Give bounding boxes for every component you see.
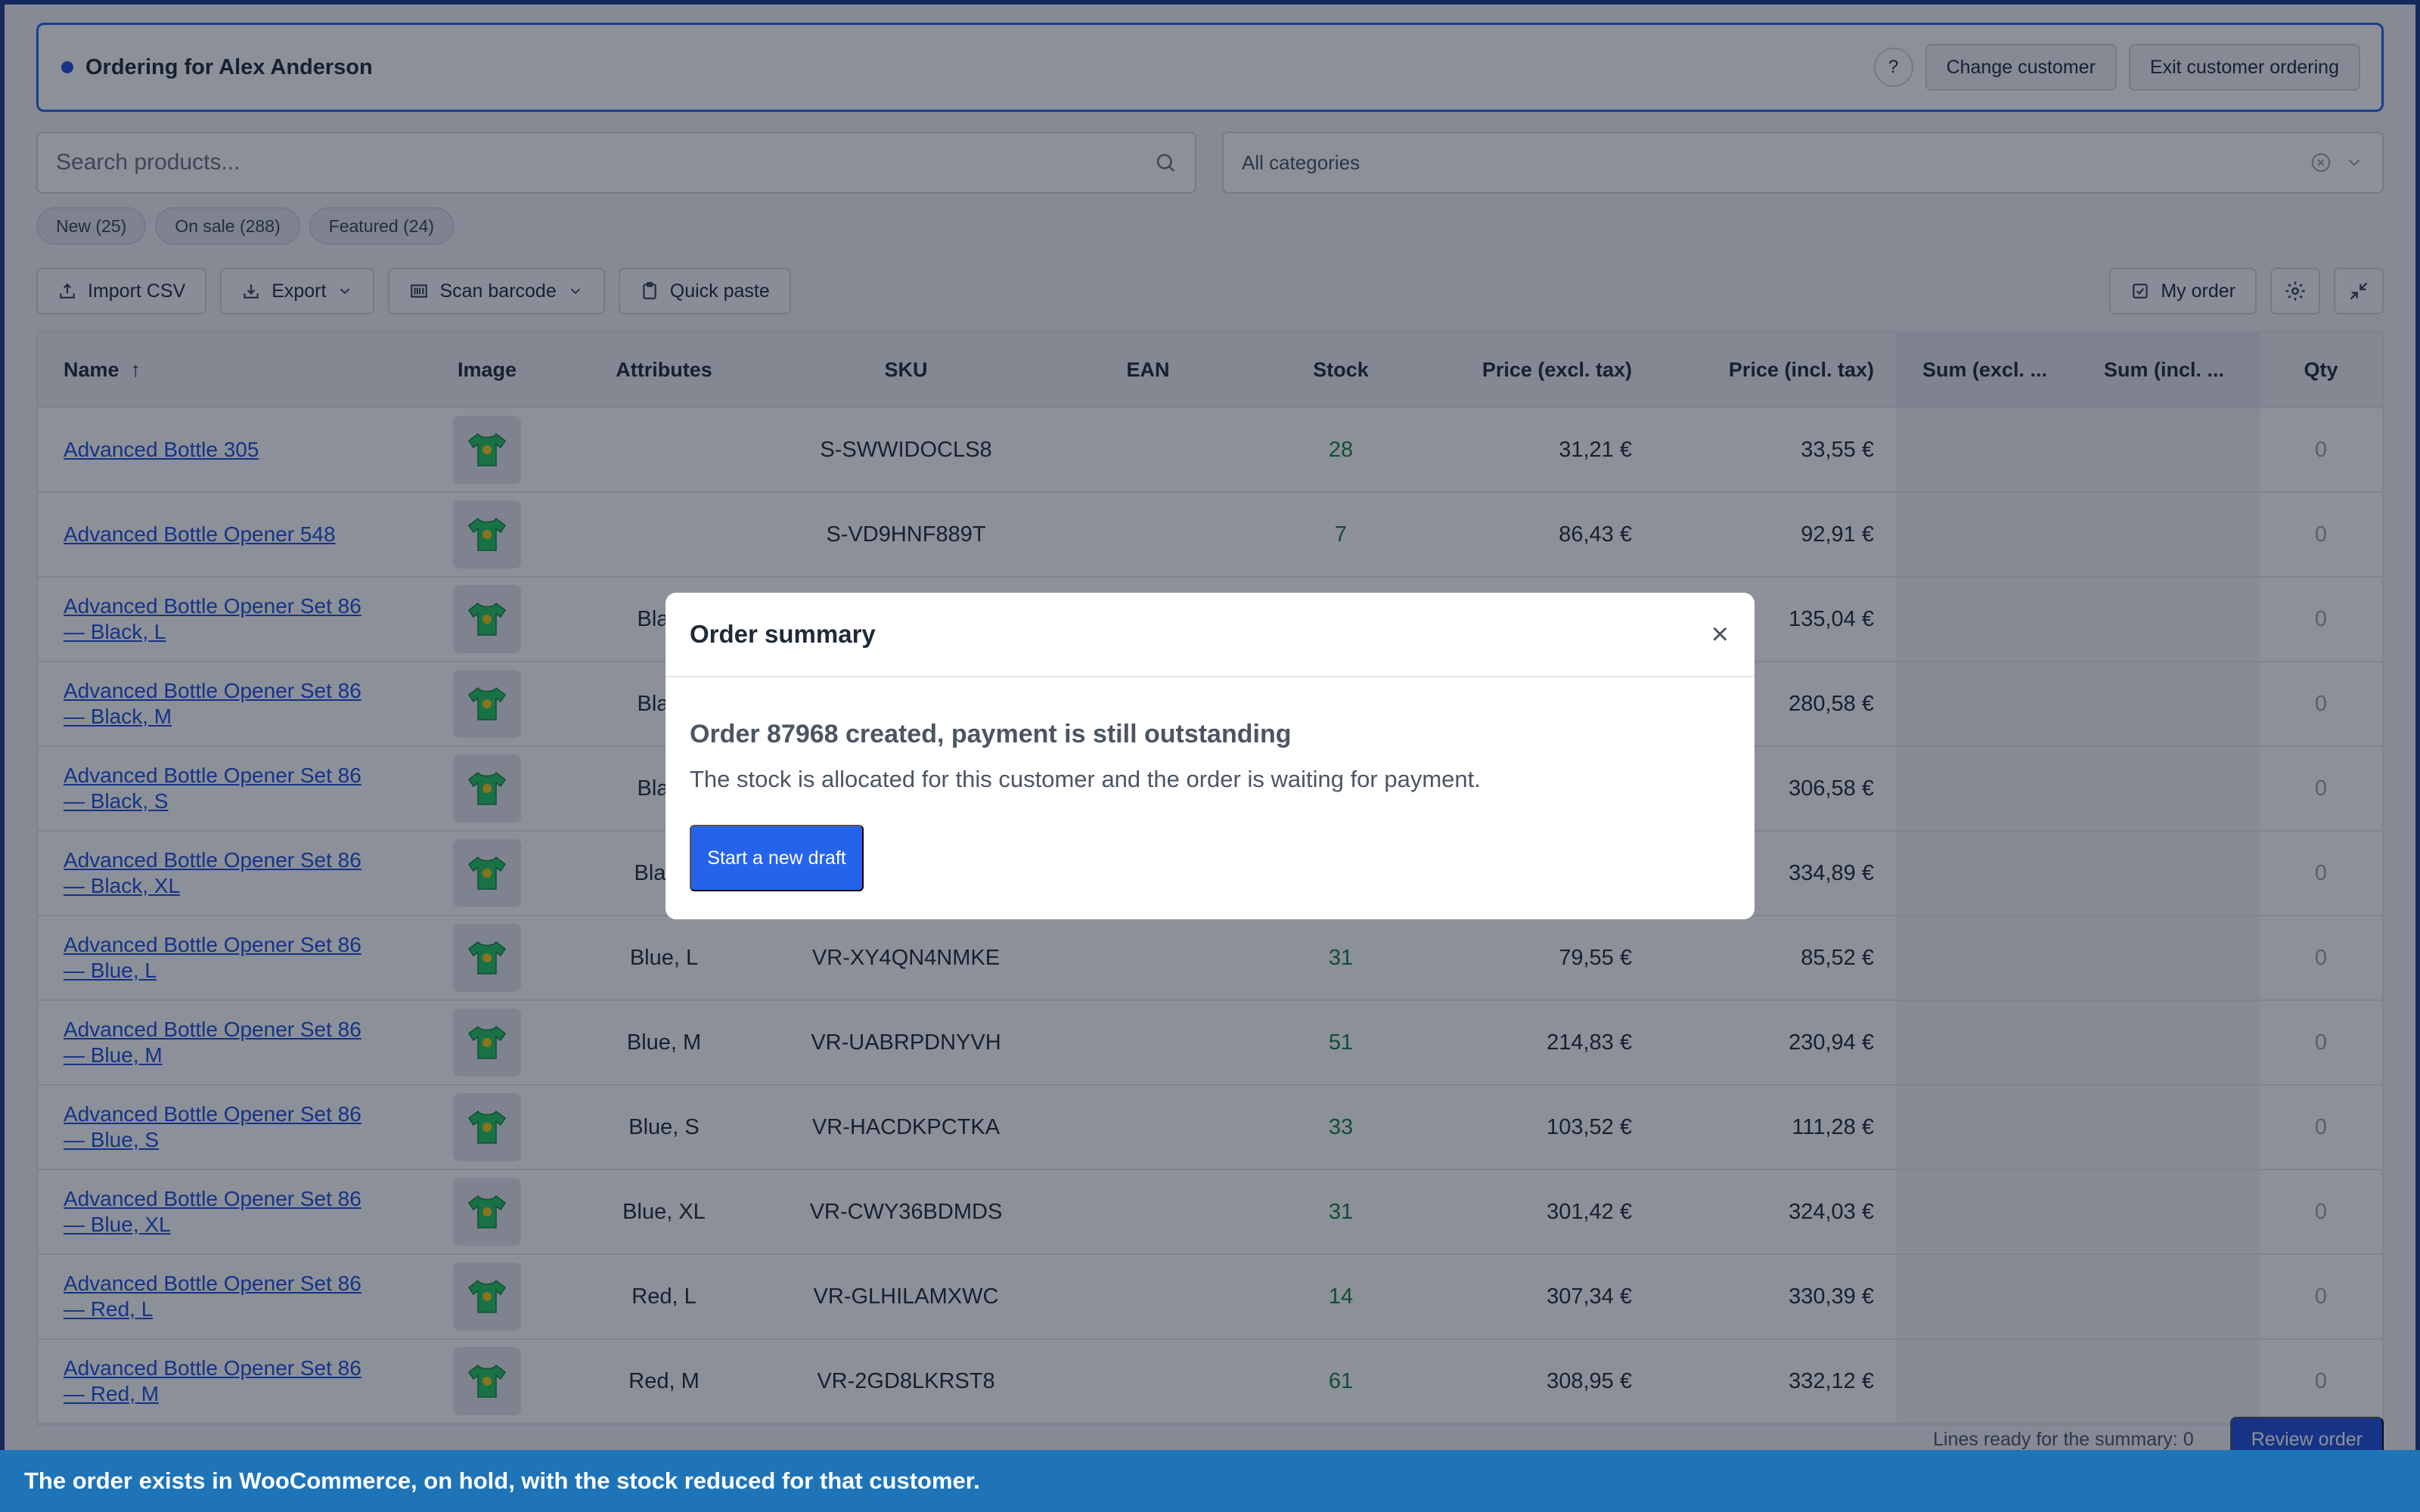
dialog-title: Order summary	[690, 620, 876, 648]
dialog-header: Order summary ×	[666, 593, 1754, 677]
dialog-message: The stock is allocated for this customer…	[690, 766, 1481, 792]
dialog-heading: Order 87968 created, payment is still ou…	[690, 720, 1292, 748]
order-summary-dialog: Order summary × Order 87968 created, pay…	[666, 593, 1754, 919]
dialog-body: Order 87968 created, payment is still ou…	[666, 677, 1754, 891]
caption-bar: The order exists in WooCommerce, on hold…	[0, 1450, 2420, 1512]
start-new-draft-button[interactable]: Start a new draft	[690, 825, 864, 891]
close-icon[interactable]: ×	[1711, 619, 1729, 649]
